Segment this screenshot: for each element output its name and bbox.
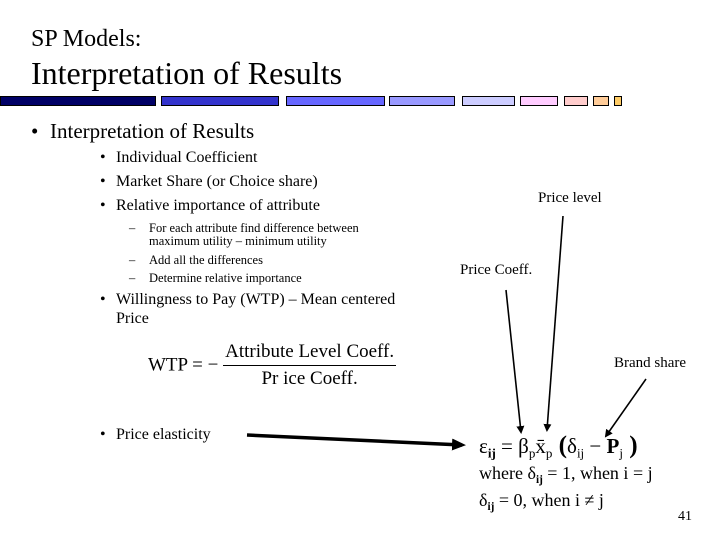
elasticity-formula-line1: εij = βpx̄p (δij − Pj ) (479, 432, 638, 462)
condition-text: = 0, when i ≠ j (494, 490, 604, 510)
equals: = (495, 434, 519, 458)
delta: δ (527, 463, 536, 483)
open-paren: ( (552, 432, 568, 459)
delta-subscript: ij (535, 473, 543, 486)
epsilon: ε (479, 434, 488, 458)
minus: − (584, 434, 607, 458)
elasticity-formula-line2: where δij = 1, when i = j (479, 463, 653, 486)
arrow-price-elasticity (246, 433, 466, 451)
close-paren: ) (622, 432, 638, 459)
beta: β (518, 434, 529, 458)
arrow-price-coeff (505, 289, 525, 434)
arrow-price-level (543, 215, 564, 432)
arrow-brand-share (604, 378, 647, 438)
where-text: where (479, 463, 528, 483)
page-number: 41 (678, 509, 692, 524)
delta: δ (567, 434, 577, 458)
condition-text: = 1, when i = j (542, 463, 653, 483)
x-bar: x̄ (535, 434, 546, 458)
epsilon-subscript: ij (487, 445, 496, 461)
elasticity-formula-line3: δij = 0, when i ≠ j (479, 490, 604, 513)
p-brand: P (606, 434, 620, 458)
